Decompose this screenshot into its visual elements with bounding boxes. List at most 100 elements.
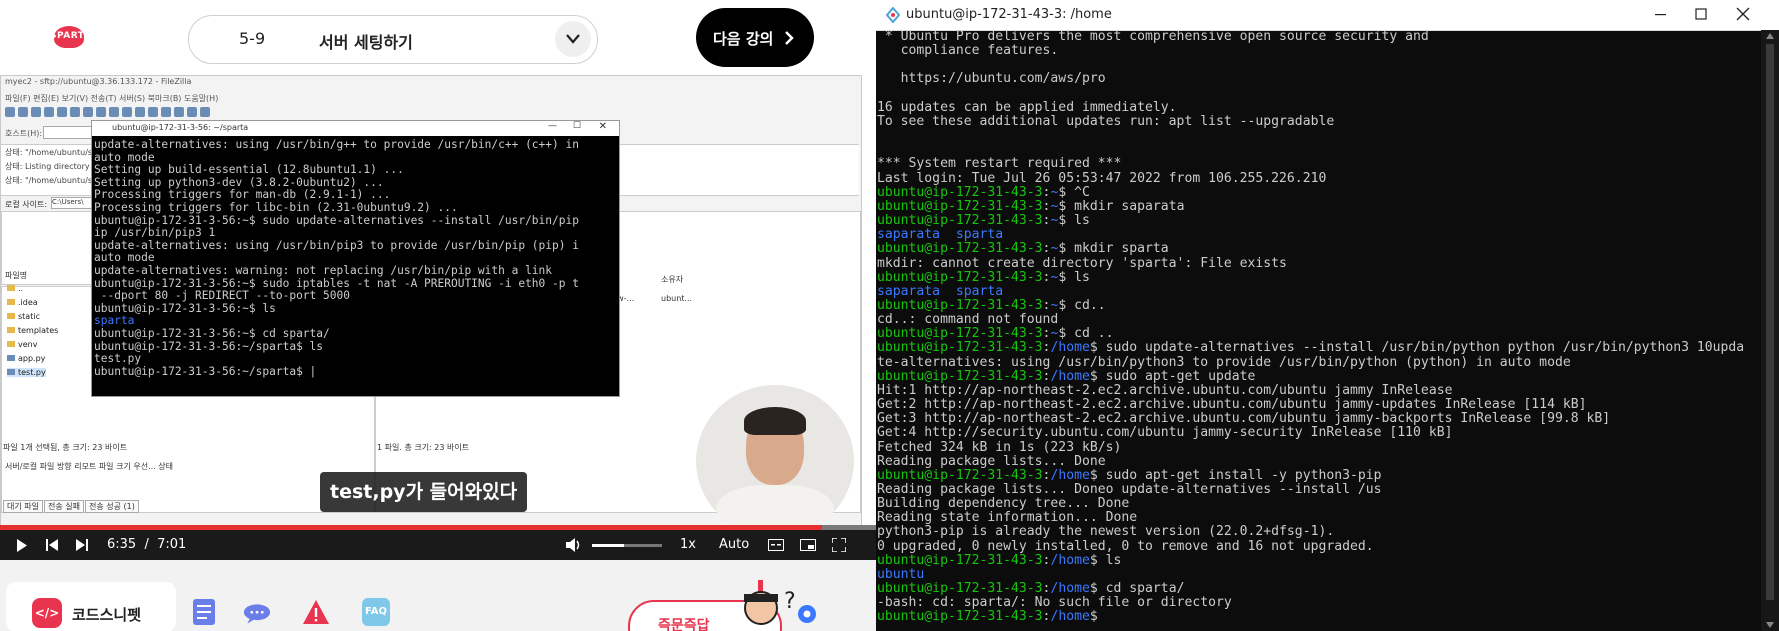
subtitle-caption: test,py가 들어와있다 xyxy=(320,472,528,512)
mini-terminal-line: update-alternatives: using /usr/bin/pip3… xyxy=(94,238,579,252)
terminal-line: Get:2 http://ap-northeast-2.ec2.archive.… xyxy=(877,397,1587,413)
local-status: 파일 1개 선택됨, 총 크기: 23 바이트 xyxy=(3,443,128,452)
pip-icon[interactable] xyxy=(800,539,816,551)
toolbar-icon xyxy=(200,107,210,117)
next-icon[interactable] xyxy=(76,539,88,551)
prompt-user-host: ubuntu@ip-172-31-43-3 xyxy=(877,609,1043,625)
terminal-line: Reading state information... Done xyxy=(877,510,1138,526)
code-snippet-button[interactable]: </> 코드스니펫 xyxy=(6,582,176,631)
toolbar-icon xyxy=(148,107,158,117)
terminal-line: ubuntu xyxy=(877,566,925,582)
quality-button[interactable]: Auto xyxy=(719,537,749,552)
code-icon: </> xyxy=(32,598,62,628)
file-name: venv xyxy=(18,340,38,349)
faq-button[interactable]: FAQ xyxy=(362,598,390,626)
mini-terminal-line: update-alternatives: warning: not replac… xyxy=(94,263,553,277)
prompt-user-host: ubuntu@ip-172-31-43-3 xyxy=(877,326,1043,342)
terminal-line: -bash: cd: sparta/: No such file or dire… xyxy=(877,595,1232,611)
volume-icon[interactable] xyxy=(566,538,582,552)
prompt-directory: /home xyxy=(1050,581,1090,597)
terminal-line: ubuntu@ip-172-31-43-3:~$ cd.. xyxy=(877,297,1106,313)
presenter-hair xyxy=(744,407,806,435)
scroll-down-icon[interactable] xyxy=(1766,622,1774,628)
chevron-down-icon[interactable] xyxy=(555,21,591,57)
scrollbar-thumb[interactable] xyxy=(1766,44,1774,600)
terminal-line: https://ubuntu.com/aws/pro xyxy=(877,71,1106,87)
next-lecture-button[interactable]: 다음 강의 xyxy=(696,8,814,67)
scroll-up-icon[interactable] xyxy=(1766,33,1774,39)
file-icon xyxy=(7,369,15,375)
volume-fill xyxy=(592,544,624,547)
prompt-user-host: ubuntu@ip-172-31-43-3 xyxy=(877,368,1043,384)
mini-terminal-line: Setting up build-essential (12.8ubuntu1.… xyxy=(94,163,404,177)
terminal-window: ubuntu@ip-172-31-43-3: /home * Ubuntu Pr… xyxy=(876,0,1779,631)
prompt-directory: /home xyxy=(1050,609,1090,625)
maximize-icon: ☐ xyxy=(572,121,581,131)
captions-icon[interactable] xyxy=(768,539,784,551)
lecture-toolbar: </> 코드스니펫 FAQ 즉문즉답 ? xyxy=(0,560,876,631)
terminal-scrollbar[interactable] xyxy=(1761,30,1779,631)
video-player[interactable]: myec2 - sftp://ubuntu@3.36.133.172 - Fil… xyxy=(0,75,876,560)
remote-file-owner: ubunt... xyxy=(661,294,693,303)
player-controls: 6:35 / 7:01 1x Auto xyxy=(0,530,876,560)
list-item: .idea xyxy=(7,298,38,307)
terminal-line: ubuntu@ip-172-31-43-3:/home$ sudo update… xyxy=(877,340,1745,356)
terminal-output[interactable]: * Ubuntu Pro delivers the most comprehen… xyxy=(876,30,1761,631)
file-name: .. xyxy=(18,284,24,293)
ubuntu-terminal-icon xyxy=(885,7,901,23)
terminal-line: te-alternatives: using /usr/bin/python3 … xyxy=(877,354,1571,370)
terminal-line: ubuntu@ip-172-31-43-3:~$ mkdir saparata xyxy=(877,198,1185,214)
toolbar-icon xyxy=(135,107,145,117)
toolbar-icon xyxy=(44,107,54,117)
volume-slider[interactable] xyxy=(592,544,662,547)
prompt-user-host: ubuntu@ip-172-31-43-3 xyxy=(877,184,1043,200)
fullscreen-icon[interactable] xyxy=(832,538,846,552)
toolbar-icon xyxy=(57,107,67,117)
prompt-user-host: ubuntu@ip-172-31-43-3 xyxy=(877,297,1043,313)
prompt-command: $ ls xyxy=(1058,213,1090,229)
previous-icon[interactable] xyxy=(46,539,58,551)
prompt-directory: /home xyxy=(1050,368,1090,384)
presenter-webcam xyxy=(696,385,854,537)
duration: 7:01 xyxy=(157,537,187,552)
prompt-command: $ sudo apt-get update xyxy=(1089,368,1256,384)
close-icon[interactable] xyxy=(1733,6,1753,22)
terminal-line: Reading package lists... Done xyxy=(877,453,1106,469)
terminal-line: Reading package lists... Doneo update-al… xyxy=(877,482,1382,497)
terminal-line: python3-pip is already the newest versio… xyxy=(877,524,1335,540)
prompt-user-host: ubuntu@ip-172-31-43-3 xyxy=(877,213,1043,229)
terminal-titlebar[interactable]: ubuntu@ip-172-31-43-3: /home xyxy=(876,0,1779,31)
terminal-line: ubuntu@ip-172-31-43-3:/home$ sudo apt-ge… xyxy=(877,467,1382,483)
terminal-line: Building dependency tree... Done xyxy=(877,496,1130,512)
instant-qna-label: 즉문즉답 xyxy=(658,618,710,631)
file-icon xyxy=(7,355,15,361)
time-display: 6:35 / 7:01 xyxy=(107,537,186,552)
list-item: .. xyxy=(7,284,23,293)
prompt-directory: /home xyxy=(1050,340,1090,356)
warning-icon[interactable] xyxy=(302,598,330,626)
local-site-path: C:\Users\ xyxy=(51,197,93,209)
mini-terminal-line: ubuntu@ip-172-31-3-56:~/sparta$ ls xyxy=(94,339,324,353)
mini-terminal-line: ip /usr/bin/pip3 1 xyxy=(94,226,216,240)
terminal-line: 16 updates can be applied immediately. xyxy=(877,99,1177,115)
toolbar-icon xyxy=(109,107,119,117)
prompt-user-host: ubuntu@ip-172-31-43-3 xyxy=(877,198,1043,214)
mini-terminal-line: --dport 80 -j REDIRECT --to-port 5000 xyxy=(94,289,350,303)
speed-button[interactable]: 1x xyxy=(680,537,696,552)
filezilla-title: myec2 - sftp://ubuntu@3.36.133.172 - Fil… xyxy=(5,77,192,86)
maximize-icon[interactable] xyxy=(1691,6,1711,22)
queue-tabs: 대기 파일 전송 실패 전송 성공 (1) xyxy=(3,500,140,513)
queue-tab: 대기 파일 xyxy=(3,500,43,513)
lesson-selector[interactable]: 5-9 서버 세팅하기 xyxy=(188,15,598,64)
checklist-icon[interactable] xyxy=(190,598,218,626)
play-icon[interactable] xyxy=(16,539,28,552)
sparta-logo[interactable]: SPARTA xyxy=(40,20,100,50)
file-name-header: 파일명 xyxy=(5,271,28,280)
mini-terminal: ubuntu@ip-172-31-3-56: ~/sparta — ☐ ✕ up… xyxy=(91,120,620,397)
list-item: app.py xyxy=(7,354,45,363)
chat-icon[interactable] xyxy=(243,600,271,628)
mini-terminal-line: ubuntu@ip-172-31-3-56:~/sparta$ | xyxy=(94,364,317,378)
minimize-icon[interactable] xyxy=(1651,6,1671,22)
